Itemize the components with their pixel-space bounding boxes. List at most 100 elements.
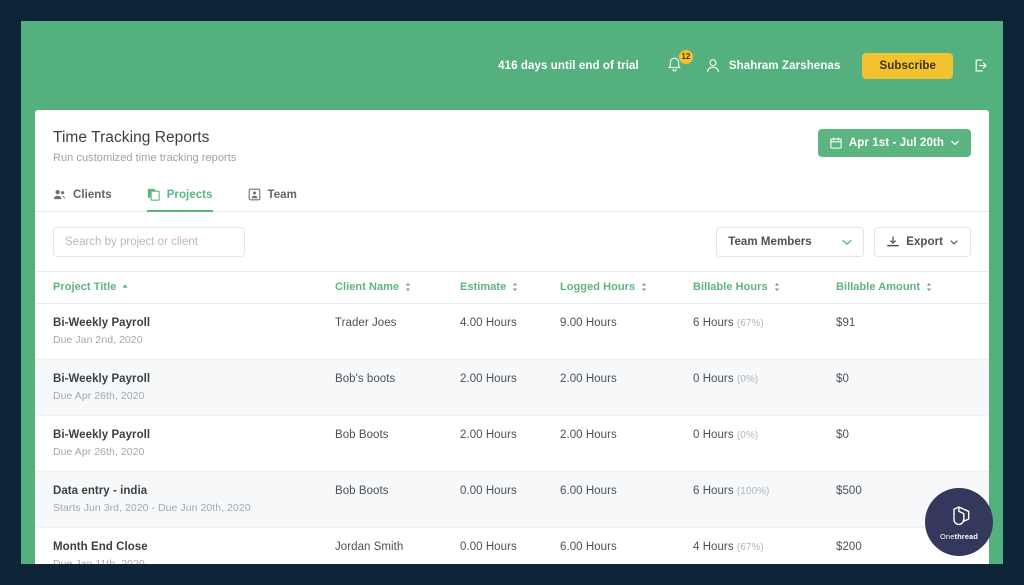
billable-percent: (67%) [736,542,764,553]
project-title-text: Bi-Weekly Payroll [53,317,151,329]
brand-suffix: thread [954,531,978,541]
cell-project-title: Bi-Weekly Payroll Due Jan 2nd, 2020 [35,304,335,360]
search-input[interactable] [53,227,245,257]
onethread-widget-button[interactable]: Onethread [925,488,993,556]
column-label: Estimate [460,281,507,293]
billable-hours-value: 4 Hours [693,541,734,553]
table-header-row: Project Title Client Name Estimate Logge… [35,271,989,304]
column-header-billable-amount[interactable]: Billable Amount [836,271,989,304]
logout-button[interactable] [973,58,988,73]
cell-billable-hours: 0 Hours (0%) [693,360,836,416]
table-row[interactable]: Data entry - india Starts Jun 3rd, 2020 -… [35,471,989,528]
billable-hours-value: 6 Hours [693,485,734,497]
column-header-project-title[interactable]: Project Title [35,271,335,304]
onethread-logo-icon [953,505,970,525]
cell-estimate: 4.00 Hours [460,317,517,329]
project-title-text: Month End Close [53,541,148,553]
notification-count-badge: 12 [678,49,693,64]
sort-icon [405,282,411,292]
column-header-billable-hours[interactable]: Billable Hours [693,271,836,304]
column-label: Logged Hours [560,281,636,293]
column-header-logged-hours[interactable]: Logged Hours [560,271,693,304]
date-range-picker-button[interactable]: Apr 1st - Jul 20th [817,129,971,157]
column-label: Client Name [335,281,400,293]
cell-billable-hours: 6 Hours (100%) [693,472,836,528]
cell-client-name: Jordan Smith [335,541,404,553]
calendar-icon [830,137,842,149]
billable-percent: (67%) [736,318,764,329]
tab-team-label: Team [267,188,297,201]
tab-clients[interactable]: Clients [53,182,112,212]
tab-clients-label: Clients [73,188,112,201]
project-title-text: Data entry - india [53,485,148,497]
cell-client-name: Trader Joes [335,317,397,329]
table-row[interactable]: Bi-Weekly Payroll Due Jan 2nd, 2020 Trader… [35,304,989,360]
tab-team[interactable]: Team [248,182,297,212]
cell-project-title: Bi-Weekly Payroll Due Apr 26th, 2020 [35,416,335,472]
project-date-text: Due Jan 2nd, 2020 [53,334,143,346]
date-range-label: Apr 1st - Jul 20th [848,137,944,149]
project-date-text: Starts Jun 3rd, 2020 - Due Jun 20th, 202… [53,502,251,514]
sort-icon [926,282,932,292]
column-label: Billable Hours [693,281,768,293]
cell-logged-hours: 2.00 Hours [560,373,617,385]
sort-icon [513,282,518,292]
column-label: Billable Amount [836,281,921,293]
report-tabs: Clients Projects Team [53,181,971,212]
column-label: Project Title [53,281,117,293]
cell-estimate: 0.00 Hours [460,541,517,553]
table-row[interactable]: Bi-Weekly Payroll Due Apr 26th, 2020 Bob's… [35,359,989,416]
tab-projects[interactable]: Projects [146,182,213,212]
toolbar-actions: Team Members Export [716,227,971,257]
billable-hours-value: 0 Hours [693,373,734,385]
subscribe-button[interactable]: Subscribe [862,52,953,79]
download-icon [887,236,900,247]
cell-client-name: Bob's boots [335,373,396,385]
user-name-label: Shahram Zarshenas [728,59,841,72]
sort-icon [774,282,779,292]
billable-percent: (0%) [736,430,759,441]
brand-prefix: One [939,531,955,541]
team-members-filter-select[interactable]: Team Members [716,227,865,257]
table-row[interactable]: Bi-Weekly Payroll Due Apr 26th, 2020 Bob B… [35,416,989,472]
notifications-button[interactable]: 12 [664,49,693,79]
column-header-estimate[interactable]: Estimate [460,271,560,304]
cell-project-title: Month End Close Due Jan 11th, 2020 [35,528,335,564]
cell-billable-amount: $0 [836,373,849,385]
table-toolbar: Team Members Export [35,212,989,271]
cell-logged-hours: 6.00 Hours [560,485,617,497]
chevron-down-icon [951,140,959,146]
people-icon [53,189,66,200]
user-menu[interactable]: Shahram Zarshenas [706,58,841,73]
chevron-down-icon [950,239,958,244]
billable-hours-value: 0 Hours [693,429,734,441]
report-card: Time Tracking Reports Run customized tim… [35,110,989,564]
cell-billable-hours: 4 Hours (67%) [693,528,836,565]
project-title-text: Bi-Weekly Payroll [53,429,151,441]
cell-billable-amount: $0 [836,429,849,441]
cell-estimate: 2.00 Hours [460,429,517,441]
export-button[interactable]: Export [874,227,971,257]
team-members-filter-label: Team Members [728,236,812,248]
cell-logged-hours: 2.00 Hours [560,429,617,441]
sort-ascending-icon [122,284,128,288]
cell-billable-hours: 0 Hours (0%) [693,416,836,472]
projects-report-table: Project Title Client Name Estimate Logge… [35,271,989,564]
cell-client-name: Bob Boots [335,485,389,497]
app-canvas: 416 days until end of trial 12 Shahram Z… [21,21,1003,564]
cell-estimate: 0.00 Hours [460,485,517,497]
top-utility-bar: 416 days until end of trial 12 Shahram Z… [21,21,1003,110]
billable-hours-value: 6 Hours [693,317,734,329]
logout-icon [975,59,987,72]
billable-percent: (100%) [736,486,770,497]
project-title-text: Bi-Weekly Payroll [53,373,151,385]
cell-estimate: 2.00 Hours [460,373,517,385]
project-date-text: Due Jan 11th, 2020 [53,558,145,564]
cell-billable-amount: $91 [836,317,856,329]
project-date-text: Due Apr 26th, 2020 [53,390,145,402]
cell-logged-hours: 9.00 Hours [560,317,617,329]
column-header-client-name[interactable]: Client Name [335,271,460,304]
onethread-label: Onethread [940,532,978,541]
cell-project-title: Data entry - india Starts Jun 3rd, 2020 -… [35,472,335,528]
table-row[interactable]: Month End Close Due Jan 11th, 2020 Jordan … [35,528,989,565]
